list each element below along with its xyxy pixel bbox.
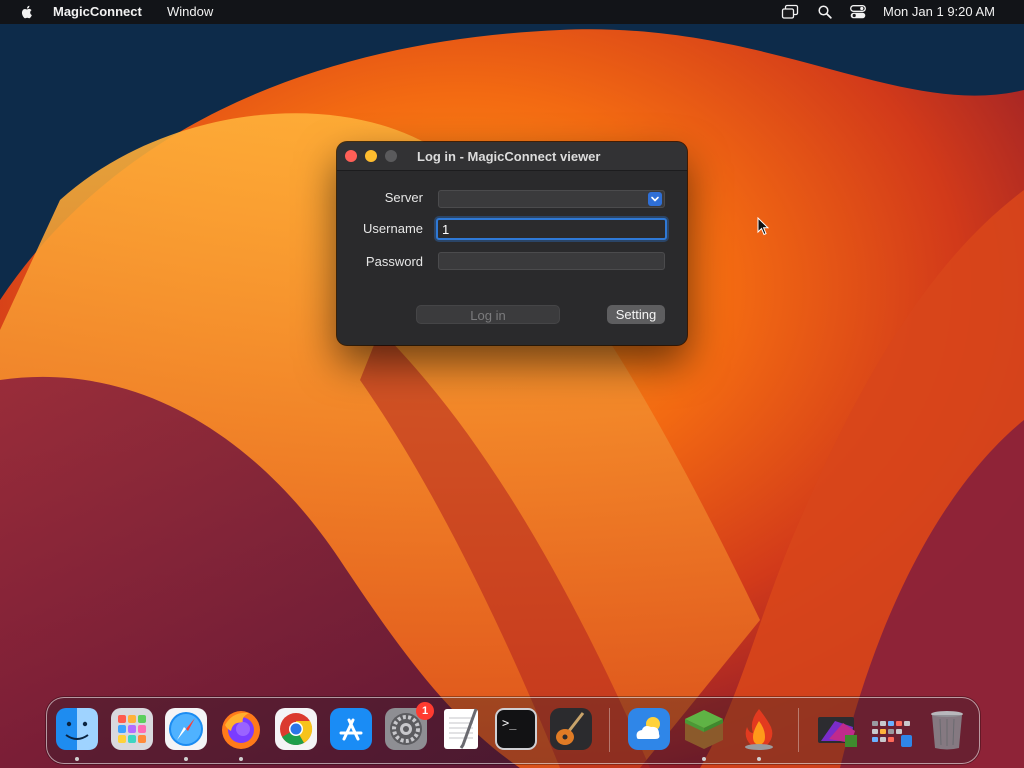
- dock-separator: [609, 708, 610, 752]
- chrome-icon[interactable]: [274, 707, 318, 751]
- running-indicator: [239, 757, 243, 761]
- running-indicator: [75, 757, 79, 761]
- spotlight-search-icon[interactable]: [818, 3, 832, 21]
- password-label: Password: [365, 254, 423, 269]
- window-titlebar[interactable]: Log in - MagicConnect viewer: [337, 142, 687, 171]
- running-indicator: [184, 757, 188, 761]
- downloads-stack-icon[interactable]: [815, 707, 859, 751]
- system-settings-icon[interactable]: 1: [384, 702, 434, 751]
- menu-app-name[interactable]: MagicConnect: [53, 4, 142, 19]
- textedit-icon[interactable]: [439, 707, 483, 751]
- screen-mirroring-icon[interactable]: [781, 3, 799, 21]
- desktop-wallpaper: [0, 0, 1024, 768]
- setting-button[interactable]: Setting: [607, 305, 665, 324]
- window-title: Log in - MagicConnect viewer: [417, 149, 601, 164]
- apple-menu-icon[interactable]: [19, 4, 35, 20]
- apps-folder-icon[interactable]: [870, 707, 914, 751]
- garageband-icon[interactable]: [549, 707, 593, 751]
- weather-icon[interactable]: [627, 707, 671, 751]
- menu-window[interactable]: Window: [167, 4, 213, 19]
- login-window: Log in - MagicConnect viewer Server User…: [337, 142, 687, 345]
- trash-icon[interactable]: [925, 707, 969, 751]
- minimize-button[interactable]: [365, 150, 377, 162]
- chevron-down-icon[interactable]: [648, 192, 662, 206]
- app-store-icon[interactable]: [329, 707, 373, 751]
- dock: 1 >_: [46, 697, 980, 764]
- running-indicator: [702, 757, 706, 761]
- safari-icon[interactable]: [164, 707, 208, 751]
- finder-icon[interactable]: [55, 707, 99, 751]
- notification-badge: 1: [416, 702, 434, 720]
- terminal-icon[interactable]: >_: [494, 707, 538, 751]
- svg-text:>_: >_: [502, 716, 517, 730]
- dock-separator: [798, 708, 799, 752]
- login-button[interactable]: Log in: [416, 305, 560, 324]
- flame-icon[interactable]: [737, 707, 781, 751]
- close-button[interactable]: [345, 150, 357, 162]
- username-label: Username: [363, 221, 423, 236]
- menu-clock[interactable]: Mon Jan 1 9:20 AM: [883, 4, 995, 19]
- server-label: Server: [384, 190, 423, 205]
- zoom-button[interactable]: [385, 150, 397, 162]
- mouse-cursor-icon: [757, 217, 769, 236]
- username-field[interactable]: [436, 218, 667, 240]
- launchpad-icon[interactable]: [110, 707, 154, 751]
- password-field[interactable]: [438, 252, 665, 270]
- server-select[interactable]: [438, 190, 665, 208]
- running-indicator: [757, 757, 761, 761]
- minecraft-icon[interactable]: [682, 707, 726, 751]
- control-center-icon[interactable]: [850, 3, 866, 21]
- firefox-icon[interactable]: [219, 707, 263, 751]
- menu-bar: MagicConnect Window Mon Jan 1 9:20 AM: [0, 0, 1024, 24]
